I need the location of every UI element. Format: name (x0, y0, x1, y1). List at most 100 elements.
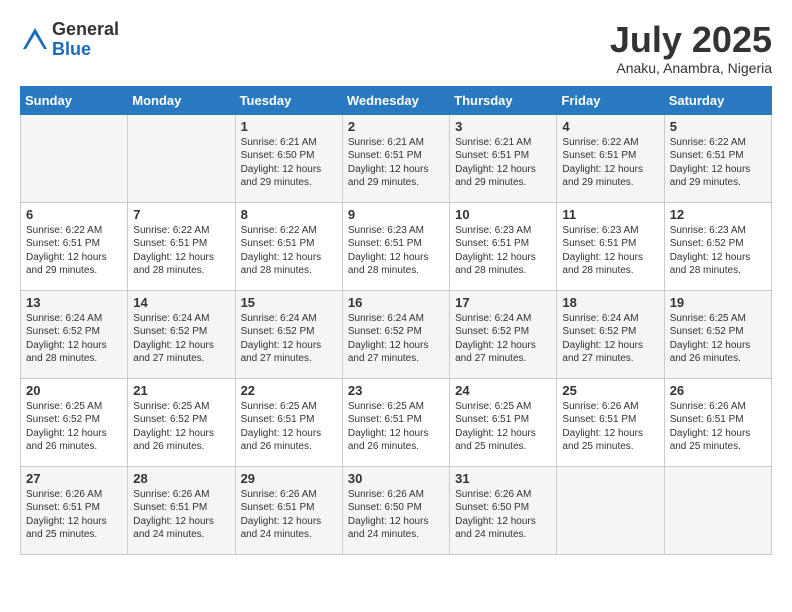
location-subtitle: Anaku, Anambra, Nigeria (610, 60, 772, 76)
calendar-cell: 12 Sunrise: 6:23 AMSunset: 6:52 PMDayligh… (664, 202, 771, 290)
day-info: Sunrise: 6:22 AMSunset: 6:51 PMDaylight:… (133, 224, 229, 278)
day-info: Sunrise: 6:26 AMSunset: 6:51 PMDaylight:… (562, 400, 658, 454)
day-number: 7 (133, 207, 229, 222)
day-info: Sunrise: 6:22 AMSunset: 6:51 PMDaylight:… (26, 224, 122, 278)
day-number: 13 (26, 295, 122, 310)
day-number: 21 (133, 383, 229, 398)
day-header-wednesday: Wednesday (342, 86, 449, 114)
calendar-cell: 29 Sunrise: 6:26 AMSunset: 6:51 PMDayligh… (235, 466, 342, 554)
logo-general: General (52, 20, 119, 40)
logo: General Blue (20, 20, 119, 60)
day-info: Sunrise: 6:24 AMSunset: 6:52 PMDaylight:… (348, 312, 444, 366)
day-number: 1 (241, 119, 337, 134)
calendar-cell (21, 114, 128, 202)
calendar-cell: 19Sunrise: 6:25 AMSunset: 6:52 PMDayligh… (664, 290, 771, 378)
day-info: Sunrise: 6:24 AMSunset: 6:52 PMDaylight:… (133, 312, 229, 366)
day-number: 25 (562, 383, 658, 398)
calendar-week-row: 27 Sunrise: 6:26 AMSunset: 6:51 PMDayligh… (21, 466, 772, 554)
day-info: Sunrise: 6:24 AMSunset: 6:52 PMDaylight:… (455, 312, 551, 366)
calendar-cell: 10Sunrise: 6:23 AMSunset: 6:51 PMDayligh… (450, 202, 557, 290)
day-number: 6 (26, 207, 122, 222)
day-header-sunday: Sunday (21, 86, 128, 114)
day-info: Sunrise: 6:24 AMSunset: 6:52 PMDaylight:… (26, 312, 122, 366)
day-info: Sunrise: 6:25 AMSunset: 6:52 PMDaylight:… (670, 312, 766, 366)
calendar-cell: 23 Sunrise: 6:25 AMSunset: 6:51 PMDayligh… (342, 378, 449, 466)
calendar-cell: 8Sunrise: 6:22 AMSunset: 6:51 PMDaylight… (235, 202, 342, 290)
calendar-cell: 11 Sunrise: 6:23 AMSunset: 6:51 PMDayligh… (557, 202, 664, 290)
calendar-cell: 4Sunrise: 6:22 AMSunset: 6:51 PMDaylight… (557, 114, 664, 202)
calendar-week-row: 1 Sunrise: 6:21 AMSunset: 6:50 PMDaylight… (21, 114, 772, 202)
day-number: 30 (348, 471, 444, 486)
day-info: Sunrise: 6:25 AMSunset: 6:51 PMDaylight:… (455, 400, 551, 454)
day-info: Sunrise: 6:26 AMSunset: 6:51 PMDaylight:… (241, 488, 337, 542)
calendar-cell: 21 Sunrise: 6:25 AMSunset: 6:52 PMDayligh… (128, 378, 235, 466)
day-info: Sunrise: 6:25 AMSunset: 6:51 PMDaylight:… (348, 400, 444, 454)
day-number: 26 (670, 383, 766, 398)
logo-icon (20, 25, 50, 55)
day-info: Sunrise: 6:26 AMSunset: 6:50 PMDaylight:… (455, 488, 551, 542)
day-number: 9 (348, 207, 444, 222)
month-title: July 2025 (610, 20, 772, 60)
calendar-cell: 16 Sunrise: 6:24 AMSunset: 6:52 PMDayligh… (342, 290, 449, 378)
calendar-cell: 25 Sunrise: 6:26 AMSunset: 6:51 PMDayligh… (557, 378, 664, 466)
calendar-cell: 22 Sunrise: 6:25 AMSunset: 6:51 PMDayligh… (235, 378, 342, 466)
day-header-tuesday: Tuesday (235, 86, 342, 114)
calendar-cell: 30 Sunrise: 6:26 AMSunset: 6:50 PMDayligh… (342, 466, 449, 554)
calendar-cell: 13 Sunrise: 6:24 AMSunset: 6:52 PMDayligh… (21, 290, 128, 378)
day-number: 2 (348, 119, 444, 134)
calendar-table: SundayMondayTuesdayWednesdayThursdayFrid… (20, 86, 772, 555)
day-header-thursday: Thursday (450, 86, 557, 114)
calendar-cell: 31Sunrise: 6:26 AMSunset: 6:50 PMDayligh… (450, 466, 557, 554)
calendar-cell: 9 Sunrise: 6:23 AMSunset: 6:51 PMDaylight… (342, 202, 449, 290)
calendar-cell: 26Sunrise: 6:26 AMSunset: 6:51 PMDayligh… (664, 378, 771, 466)
day-number: 29 (241, 471, 337, 486)
day-info: Sunrise: 6:22 AMSunset: 6:51 PMDaylight:… (670, 136, 766, 190)
day-number: 8 (241, 207, 337, 222)
day-header-monday: Monday (128, 86, 235, 114)
page-header: General Blue July 2025 Anaku, Anambra, N… (20, 20, 772, 76)
day-info: Sunrise: 6:23 AMSunset: 6:51 PMDaylight:… (455, 224, 551, 278)
day-number: 20 (26, 383, 122, 398)
day-number: 16 (348, 295, 444, 310)
day-info: Sunrise: 6:22 AMSunset: 6:51 PMDaylight:… (562, 136, 658, 190)
day-number: 3 (455, 119, 551, 134)
day-info: Sunrise: 6:25 AMSunset: 6:51 PMDaylight:… (241, 400, 337, 454)
calendar-cell: 17 Sunrise: 6:24 AMSunset: 6:52 PMDayligh… (450, 290, 557, 378)
day-number: 22 (241, 383, 337, 398)
day-info: Sunrise: 6:23 AMSunset: 6:51 PMDaylight:… (348, 224, 444, 278)
day-number: 27 (26, 471, 122, 486)
day-number: 11 (562, 207, 658, 222)
calendar-cell: 6 Sunrise: 6:22 AMSunset: 6:51 PMDaylight… (21, 202, 128, 290)
day-info: Sunrise: 6:26 AMSunset: 6:51 PMDaylight:… (133, 488, 229, 542)
day-info: Sunrise: 6:25 AMSunset: 6:52 PMDaylight:… (133, 400, 229, 454)
calendar-cell: 20Sunrise: 6:25 AMSunset: 6:52 PMDayligh… (21, 378, 128, 466)
day-number: 24 (455, 383, 551, 398)
calendar-cell (664, 466, 771, 554)
calendar-week-row: 13 Sunrise: 6:24 AMSunset: 6:52 PMDayligh… (21, 290, 772, 378)
day-info: Sunrise: 6:21 AMSunset: 6:50 PMDaylight:… (241, 136, 337, 190)
calendar-cell (557, 466, 664, 554)
calendar-cell: 24 Sunrise: 6:25 AMSunset: 6:51 PMDayligh… (450, 378, 557, 466)
day-info: Sunrise: 6:23 AMSunset: 6:52 PMDaylight:… (670, 224, 766, 278)
calendar-cell: 14 Sunrise: 6:24 AMSunset: 6:52 PMDayligh… (128, 290, 235, 378)
calendar-cell: 7 Sunrise: 6:22 AMSunset: 6:51 PMDaylight… (128, 202, 235, 290)
day-number: 14 (133, 295, 229, 310)
calendar-cell: 1 Sunrise: 6:21 AMSunset: 6:50 PMDaylight… (235, 114, 342, 202)
day-number: 17 (455, 295, 551, 310)
day-number: 12 (670, 207, 766, 222)
calendar-cell: 2Sunrise: 6:21 AMSunset: 6:51 PMDaylight… (342, 114, 449, 202)
calendar-week-row: 20 Sunrise: 6:25 AMSunset: 6:52 PMDayligh… (21, 378, 772, 466)
calendar-week-row: 6 Sunrise: 6:22 AMSunset: 6:51 PMDaylight… (21, 202, 772, 290)
title-section: July 2025 Anaku, Anambra, Nigeria (610, 20, 772, 76)
calendar-cell: 15Sunrise: 6:24 AMSunset: 6:52 PMDayligh… (235, 290, 342, 378)
day-header-friday: Friday (557, 86, 664, 114)
day-info: Sunrise: 6:26 AMSunset: 6:50 PMDaylight:… (348, 488, 444, 542)
day-info: Sunrise: 6:24 AMSunset: 6:52 PMDaylight:… (562, 312, 658, 366)
calendar-cell: 18Sunrise: 6:24 AMSunset: 6:52 PMDayligh… (557, 290, 664, 378)
day-info: Sunrise: 6:23 AMSunset: 6:51 PMDaylight:… (562, 224, 658, 278)
calendar-cell: 28Sunrise: 6:26 AMSunset: 6:51 PMDayligh… (128, 466, 235, 554)
calendar-cell: 3Sunrise: 6:21 AMSunset: 6:51 PMDaylight… (450, 114, 557, 202)
day-number: 23 (348, 383, 444, 398)
calendar-cell: 5Sunrise: 6:22 AMSunset: 6:51 PMDaylight… (664, 114, 771, 202)
day-header-saturday: Saturday (664, 86, 771, 114)
